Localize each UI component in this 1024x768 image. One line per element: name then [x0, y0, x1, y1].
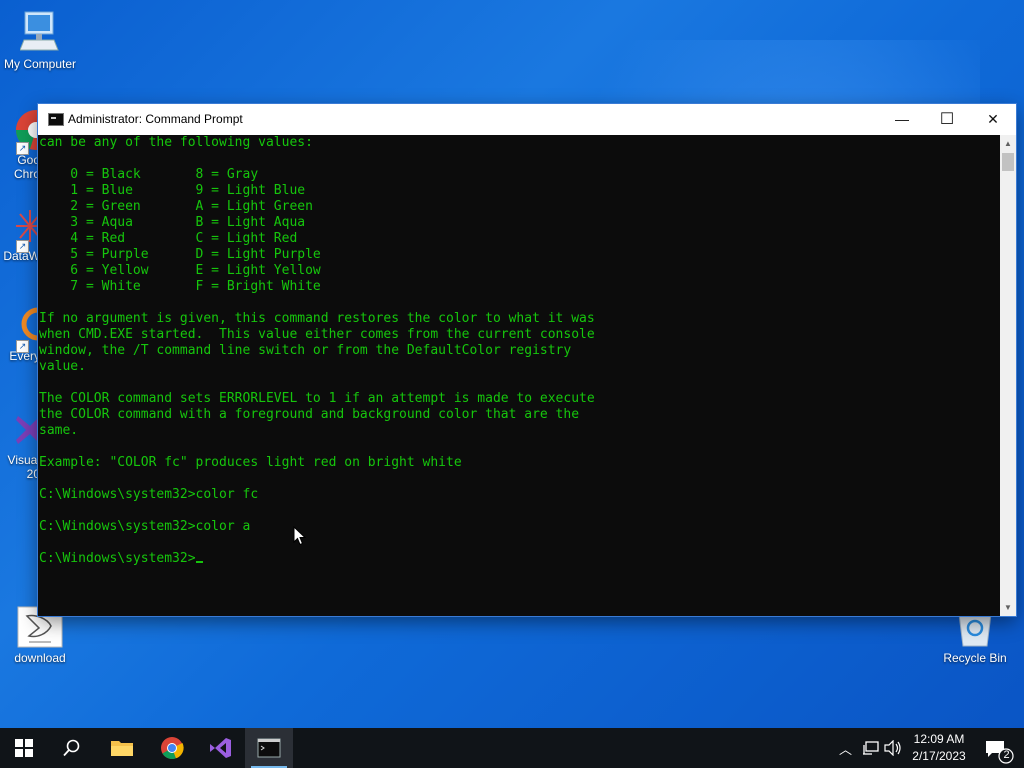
console-line: 0 = Black 8 = Gray — [70, 167, 259, 182]
console-prompt-line[interactable]: C:\Windows\system32> — [38, 551, 1000, 567]
recycle-bin-icon — [958, 613, 992, 647]
console-line: same. — [39, 423, 79, 438]
console-output[interactable]: can be any of the following values: 0 = … — [38, 135, 1000, 616]
close-button[interactable]: ✕ — [970, 104, 1016, 135]
action-center-button[interactable]: 2 — [978, 728, 1024, 768]
volume-icon[interactable] — [884, 740, 902, 756]
desktop-icon-label: Visual 20 — [7, 453, 40, 481]
desktop-icon-label: My Computer — [3, 57, 77, 71]
clock-time: 12:09 AM — [913, 732, 965, 746]
console-line: 3 = Aqua B = Light Aqua — [70, 215, 306, 230]
console-line: window, the /T command line switch or fr… — [39, 343, 572, 358]
console-line: value. — [39, 359, 86, 374]
taskbar-visual-studio[interactable] — [196, 728, 244, 768]
search-icon — [63, 739, 80, 757]
console-line: 2 = Green A = Light Green — [70, 199, 313, 214]
console-line: The COLOR command sets ERRORLEVEL to 1 i… — [39, 391, 595, 406]
cmd-app-icon — [48, 113, 64, 126]
shortcut-arrow-icon: ↗ — [16, 340, 29, 353]
console-line: when CMD.EXE started. This value either … — [39, 327, 595, 342]
shortcut-arrow-icon: ↗ — [16, 142, 29, 155]
taskbar-google-chrome[interactable] — [148, 728, 196, 768]
console-prompt: C:\Windows\system32> — [39, 551, 196, 566]
network-icon[interactable] — [862, 740, 880, 756]
console-line: C:\Windows\system32>color a — [39, 519, 251, 534]
console-line: 1 = Blue 9 = Light Blue — [70, 183, 306, 198]
folder-icon — [111, 741, 133, 756]
computer-icon — [19, 11, 59, 51]
notification-icon — [986, 741, 1014, 764]
taskbar-command-prompt[interactable] — [245, 728, 293, 768]
vertical-scrollbar[interactable]: ▲ ▼ — [1000, 135, 1016, 616]
taskbar-clock[interactable]: 12:09 AM 2/17/2023 — [904, 731, 974, 765]
window-title: Administrator: Command Prompt — [68, 112, 243, 126]
text-cursor — [195, 561, 203, 563]
console-line: the COLOR command with a foreground and … — [39, 407, 580, 422]
desktop-icon-my-computer[interactable]: My Computer — [0, 10, 80, 71]
console-line: Example: "COLOR fc" produces light red o… — [39, 455, 462, 470]
maximize-button[interactable]: ☐ — [924, 104, 970, 135]
console-line: C:\Windows\system32>color fc — [39, 487, 259, 502]
console-line: 6 = Yellow E = Light Yellow — [70, 263, 321, 278]
clock-date: 2/17/2023 — [912, 749, 966, 763]
desktop-icon-recycle-bin[interactable]: Recycle Bin — [935, 613, 1015, 665]
cmd-icon — [257, 738, 281, 758]
mouse-pointer-icon — [293, 526, 306, 546]
desktop-icon-label: download — [14, 651, 66, 665]
minimize-button[interactable]: — — [879, 104, 925, 135]
chrome-icon — [161, 737, 184, 760]
notification-count-badge: 2 — [1003, 749, 1010, 761]
console-line: If no argument is given, this command re… — [39, 311, 595, 326]
console-line: 5 = Purple D = Light Purple — [70, 247, 321, 262]
console-line: 7 = White F = Bright White — [70, 279, 321, 294]
start-button[interactable] — [0, 728, 48, 768]
desktop-icon-everything[interactable]: ↗ Every — [0, 306, 55, 363]
search-button[interactable] — [48, 728, 96, 768]
taskbar-file-explorer[interactable] — [98, 728, 146, 768]
scroll-up-arrow-icon[interactable]: ▲ — [1000, 135, 1016, 152]
console-text: can be any of the following values: 0 = … — [38, 135, 1000, 551]
visual-studio-icon — [210, 738, 231, 758]
desktop-icon-datawrangler[interactable]: ↗ DataW — [0, 206, 42, 263]
console-line: can be any of the following values: — [39, 135, 313, 150]
show-hidden-icons-chevron-icon[interactable]: ︿ — [839, 739, 852, 758]
command-prompt-window[interactable]: Administrator: Command Prompt — ☐ ✕ can … — [38, 104, 1016, 616]
taskbar: ︿ 12:09 AM 2/17/2023 2 — [0, 728, 1024, 768]
desktop-icon-visual-studio[interactable]: Visual 20 — [0, 410, 42, 481]
console-line: 4 = Red C = Light Red — [70, 231, 298, 246]
scroll-thumb[interactable] — [1002, 153, 1014, 171]
desktop-icon-label: Recycle Bin — [943, 651, 1007, 665]
desktop-icon-google-chrome[interactable]: ↗ Goo Chro — [0, 110, 56, 181]
visual-studio-icon — [16, 414, 42, 446]
shortcut-arrow-icon: ↗ — [16, 240, 29, 253]
windows-logo-icon — [15, 739, 33, 757]
desktop-icon-label: Goo Chro — [13, 153, 40, 181]
window-titlebar[interactable]: Administrator: Command Prompt — ☐ ✕ — [38, 104, 1016, 135]
scroll-down-arrow-icon[interactable]: ▼ — [1000, 599, 1016, 616]
